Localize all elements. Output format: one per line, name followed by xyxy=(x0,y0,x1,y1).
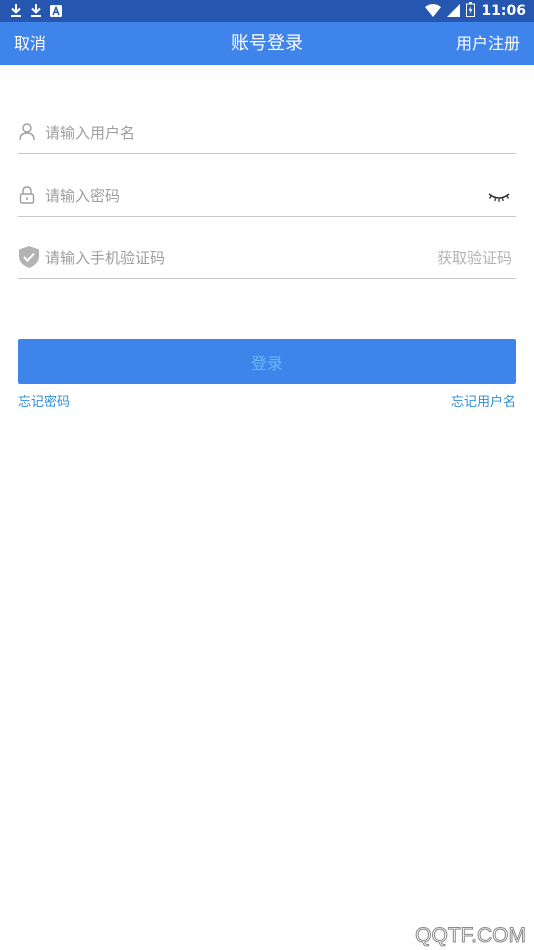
password-field xyxy=(18,176,516,217)
page-title: 账号登录 xyxy=(231,33,303,54)
signal-icon xyxy=(447,2,461,21)
status-time: 11:06 xyxy=(481,3,526,19)
password-input[interactable] xyxy=(45,184,425,208)
status-bar: 11:06 xyxy=(0,0,534,22)
login-button[interactable]: 登录 xyxy=(18,339,516,384)
download-icon xyxy=(30,2,42,21)
status-left-icons xyxy=(10,3,62,19)
lock-icon xyxy=(18,185,38,205)
shield-check-icon xyxy=(18,245,40,269)
wifi-icon xyxy=(425,2,442,21)
watermark: QQTF.COM xyxy=(415,924,527,948)
forgot-username-link[interactable]: 忘记用户名 xyxy=(451,394,516,412)
battery-icon xyxy=(466,1,476,21)
eye-closed-icon[interactable] xyxy=(488,188,510,202)
sms-code-field: 获取验证码 xyxy=(18,238,516,279)
register-button[interactable]: 用户注册 xyxy=(456,22,520,65)
user-icon xyxy=(18,122,38,142)
status-right-icons: 11:06 xyxy=(425,0,526,22)
sms-code-input[interactable] xyxy=(45,246,415,270)
cancel-button[interactable]: 取消 xyxy=(14,22,46,65)
get-code-button[interactable]: 获取验证码 xyxy=(437,246,512,270)
download-icon xyxy=(10,2,22,21)
username-field xyxy=(18,113,516,154)
app-bar: 账号登录 取消 用户注册 xyxy=(0,22,534,65)
forgot-password-link[interactable]: 忘记密码 xyxy=(18,394,70,412)
username-input[interactable] xyxy=(45,121,425,145)
notification-a-icon xyxy=(50,2,62,21)
